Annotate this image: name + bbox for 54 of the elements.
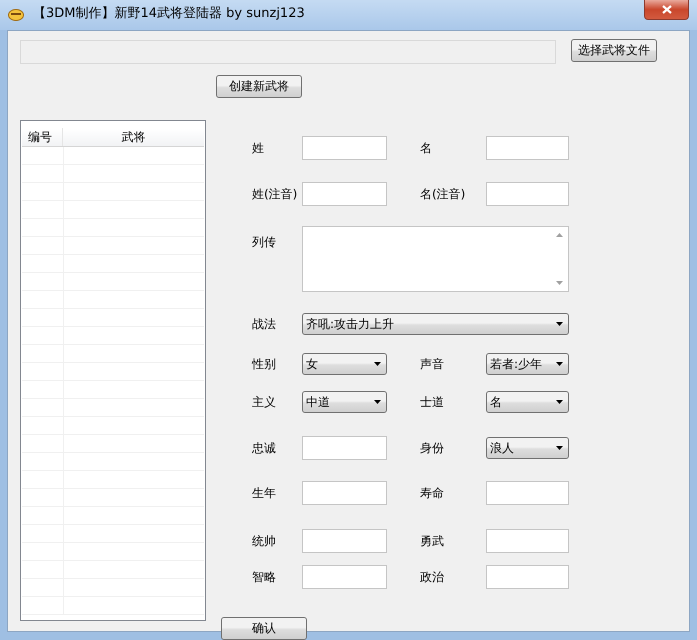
input-field[interactable] xyxy=(486,182,569,206)
caret-icon xyxy=(374,362,381,366)
input-field[interactable] xyxy=(486,136,569,160)
input-field[interactable] xyxy=(486,565,569,589)
input-field[interactable] xyxy=(486,529,569,553)
field-label: 姓 xyxy=(252,140,265,156)
dropdown[interactable]: 女 xyxy=(302,353,387,375)
field-label: 主义 xyxy=(252,394,277,410)
scroll-down-icon xyxy=(556,281,563,285)
dropdown[interactable]: 若者:少年 xyxy=(486,353,569,375)
column-header[interactable]: 武将 xyxy=(63,128,204,146)
scroll-up-icon xyxy=(556,233,563,237)
input-field[interactable] xyxy=(302,481,387,505)
field-label: 智略 xyxy=(252,568,277,586)
dropdown[interactable]: 浪人 xyxy=(486,437,569,459)
field-label: 生年 xyxy=(252,484,277,502)
field-label: 声音 xyxy=(420,356,445,372)
input-field[interactable] xyxy=(302,529,387,553)
field-label: 名 xyxy=(420,140,433,156)
input-field[interactable] xyxy=(486,481,569,505)
caret-icon xyxy=(374,400,381,404)
field-label: 忠诚 xyxy=(252,440,277,456)
caret-icon xyxy=(556,362,563,366)
column-header[interactable]: 编号 xyxy=(22,128,63,146)
field-label: 身份 xyxy=(420,440,445,456)
general-list[interactable]: 编号 武将 xyxy=(20,120,206,621)
field-label: 寿命 xyxy=(420,484,445,502)
caret-icon xyxy=(556,400,563,404)
confirm-button[interactable]: 确认 xyxy=(221,617,307,640)
input-field[interactable] xyxy=(302,136,387,160)
create-general-button[interactable]: 创建新武将 xyxy=(216,75,302,98)
field-label: 战法 xyxy=(252,316,277,332)
field-label: 姓(注音) xyxy=(252,186,298,202)
dropdown[interactable]: 名 xyxy=(486,391,569,413)
field-label: 列传 xyxy=(252,234,277,251)
field-label: 统帅 xyxy=(252,532,277,550)
caret-icon xyxy=(556,446,563,450)
select-file-button[interactable]: 选择武将文件 xyxy=(571,39,657,62)
text-area[interactable] xyxy=(302,226,569,292)
input-field[interactable] xyxy=(302,436,387,460)
input-field[interactable] xyxy=(302,565,387,589)
app-icon xyxy=(8,7,24,21)
field-label: 勇武 xyxy=(420,532,445,550)
field-label: 政治 xyxy=(420,568,445,586)
dropdown[interactable]: 齐吼:攻击力上升 xyxy=(302,313,569,335)
field-label: 士道 xyxy=(420,394,445,410)
caret-icon xyxy=(556,322,563,326)
field-label: 名(注音) xyxy=(420,186,466,202)
dropdown[interactable]: 中道 xyxy=(302,391,387,413)
input-field[interactable] xyxy=(302,182,387,206)
close-button[interactable] xyxy=(644,0,689,20)
window-title: 【3DM制作】新野14武将登陆器 by sunzj123 xyxy=(33,5,305,23)
field-label: 性别 xyxy=(252,356,277,372)
close-icon xyxy=(662,5,672,14)
